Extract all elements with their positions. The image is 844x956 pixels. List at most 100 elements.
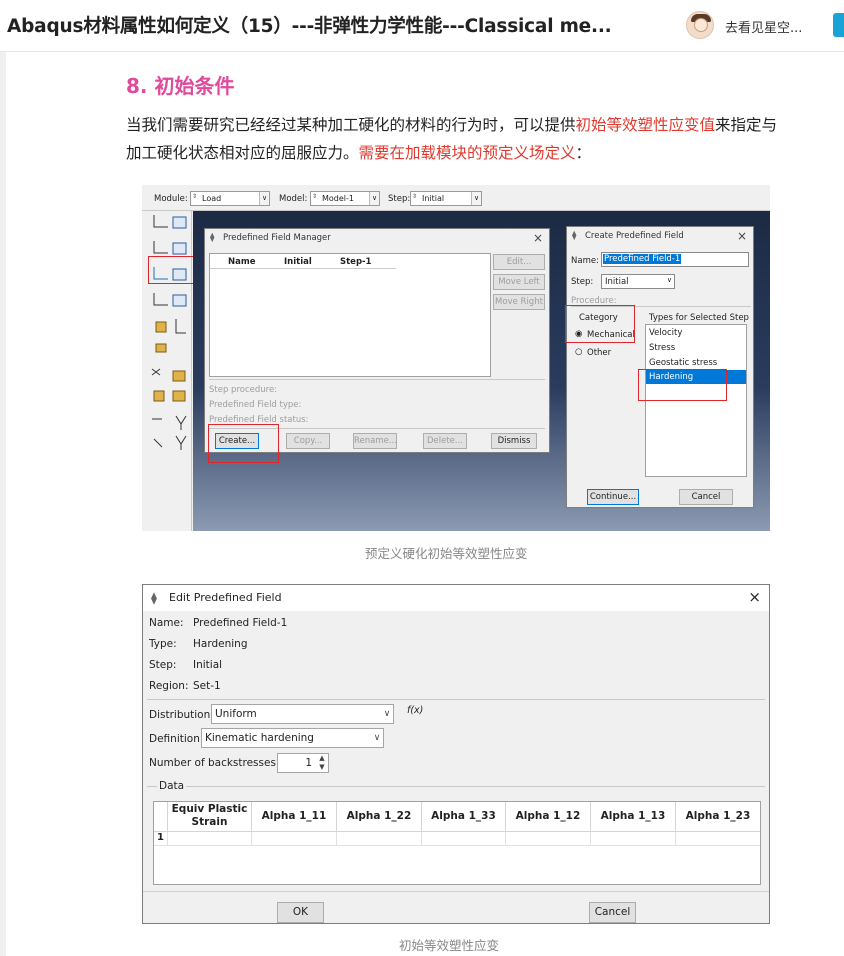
header-divider <box>210 268 396 269</box>
module-value: Load <box>202 194 222 203</box>
fx-icon[interactable]: f(x) <box>407 705 423 716</box>
edit-button[interactable]: Edit... <box>493 254 545 270</box>
step-combo[interactable]: ⇕ Initial ∨ <box>410 191 482 206</box>
para-highlight-2: 需要在加载模块的预定义场定义 <box>358 144 576 162</box>
name-label: Name: <box>571 256 599 266</box>
row-header-corner <box>154 802 168 832</box>
type-stress[interactable]: Stress <box>649 343 675 353</box>
chevron-down-icon: ∨ <box>666 276 672 284</box>
annotation-box-category <box>565 305 635 343</box>
col-initial: Initial <box>284 257 312 267</box>
name-value: Predefined Field-1 <box>193 617 288 629</box>
step-value: Initial <box>422 194 445 203</box>
chevron-down-icon: ∨ <box>369 192 379 205</box>
para-text-3: ： <box>575 144 592 162</box>
cancel-button[interactable]: Cancel <box>679 489 733 505</box>
create-title: Create Predefined Field <box>585 231 684 241</box>
abaqus-screenshot-create-field: Module: ⇕ Load ∨ Model: ⇕ Model-1 ∨ Step… <box>142 185 770 531</box>
field-type-label: Predefined Field type: <box>209 400 302 410</box>
delete-button[interactable]: Delete... <box>423 433 467 449</box>
table-cell[interactable] <box>591 832 676 846</box>
table-cell[interactable] <box>676 832 760 846</box>
table-cell[interactable] <box>422 832 506 846</box>
backstress-spinner[interactable]: 1 ▲ ▼ <box>277 753 329 773</box>
model-combo[interactable]: ⇕ Model-1 ∨ <box>310 191 380 206</box>
move-left-button[interactable]: Move Left <box>493 274 545 290</box>
rename-button[interactable]: Rename... <box>353 433 397 449</box>
step-select[interactable]: Initial ∨ <box>601 274 675 289</box>
distribution-select[interactable]: Uniform ∨ <box>211 704 394 724</box>
model-value: Model-1 <box>322 194 354 203</box>
dialog-footer: OK Cancel <box>143 891 769 923</box>
model-label: Model: <box>279 194 308 204</box>
type-label: Type: <box>149 638 177 650</box>
table-cell[interactable] <box>252 832 337 846</box>
dialog-caption: ⧫ Edit Predefined Field × <box>143 585 769 611</box>
load-manager-icon <box>151 215 187 450</box>
row-number: 1 <box>154 832 168 846</box>
region-label: Region: <box>149 680 189 692</box>
definition-select[interactable]: Kinematic hardening ∨ <box>201 728 384 748</box>
caption-1: 预定义硬化初始等效塑性应变 <box>365 546 528 561</box>
edit-title: Edit Predefined Field <box>169 591 282 604</box>
step-label: Step: <box>571 277 594 287</box>
type-velocity[interactable]: Velocity <box>649 328 682 338</box>
continue-button[interactable]: Continue... <box>587 489 639 505</box>
type-value: Hardening <box>193 638 248 650</box>
step-procedure-label: Step procedure: <box>209 385 278 395</box>
module-label: Module: <box>154 194 188 204</box>
para-text-1: 当我们需要研究已经经过某种加工硬化的材料的行为时，可以提供 <box>126 116 576 134</box>
spinner-arrows-icon[interactable]: ▲ ▼ <box>316 754 328 772</box>
paragraph: 当我们需要研究已经经过某种加工硬化的材料的行为时，可以提供初始等效塑性应变值来指… <box>126 111 786 167</box>
left-margin <box>0 52 6 956</box>
follow-button[interactable] <box>833 13 844 37</box>
distribution-value: Uniform <box>215 708 257 720</box>
separator <box>147 786 765 787</box>
step-label: Step: <box>388 194 411 204</box>
top-bar: Abaqus材料属性如何定义（15）---非弹性力学性能---Classical… <box>0 0 844 52</box>
edit-predefined-field-dialog: ⧫ Edit Predefined Field × Name: Predefin… <box>142 584 770 924</box>
abaqus-logo-icon: ⧫ <box>151 591 157 605</box>
name-value: Predefined Field-1 <box>603 254 682 264</box>
dialog-caption: ⧫ Create Predefined Field × <box>567 227 753 245</box>
context-bar: Module: ⇕ Load ∨ Model: ⇕ Model-1 ∨ Step… <box>142 185 770 211</box>
create-predefined-field-dialog: ⧫ Create Predefined Field × Name: Predef… <box>566 226 754 508</box>
col-alpha-1-13: Alpha 1_13 <box>591 802 676 832</box>
close-icon[interactable]: × <box>533 231 543 245</box>
close-icon[interactable]: × <box>737 229 747 243</box>
dismiss-button[interactable]: Dismiss <box>491 433 537 449</box>
author-name[interactable]: 去看见星空... <box>725 17 802 36</box>
data-group-label: Data <box>157 780 187 792</box>
module-combo[interactable]: ⇕ Load ∨ <box>190 191 270 206</box>
table-cell[interactable] <box>506 832 591 846</box>
copy-button[interactable]: Copy... <box>286 433 330 449</box>
col-alpha-1-12: Alpha 1_12 <box>506 802 591 832</box>
data-table[interactable]: Equiv Plastic Strain Alpha 1_11 Alpha 1_… <box>153 801 761 885</box>
col-alpha-1-22: Alpha 1_22 <box>337 802 422 832</box>
updown-icon: ⇕ <box>192 193 198 200</box>
definition-label: Definition: <box>149 733 204 745</box>
radio-empty-icon[interactable]: ○ <box>575 347 582 357</box>
ok-button[interactable]: OK <box>277 902 324 923</box>
updown-icon: ⇕ <box>312 193 318 200</box>
chevron-down-icon: ∨ <box>471 192 481 205</box>
definition-value: Kinematic hardening <box>205 732 314 744</box>
table-cell[interactable] <box>168 832 252 846</box>
chevron-down-icon: ∨ <box>383 709 391 719</box>
close-icon[interactable]: × <box>748 588 761 606</box>
other-option[interactable]: Other <box>587 348 611 358</box>
name-input[interactable]: Predefined Field-1 <box>601 252 749 267</box>
cancel-button[interactable]: Cancel <box>589 902 636 923</box>
type-geostatic-stress[interactable]: Geostatic stress <box>649 358 717 368</box>
col-equiv-plastic-strain: Equiv Plastic Strain <box>168 802 252 832</box>
move-right-button[interactable]: Move Right <box>493 294 545 310</box>
article-title: Abaqus材料属性如何定义（15）---非弹性力学性能---Classical… <box>7 16 612 37</box>
avatar-face <box>694 18 708 32</box>
manager-table[interactable]: Name Initial Step-1 <box>209 253 491 377</box>
author-avatar[interactable] <box>686 11 714 39</box>
col-alpha-1-11: Alpha 1_11 <box>252 802 337 832</box>
section-heading: 8. 初始条件 <box>126 74 235 98</box>
col-alpha-1-23: Alpha 1_23 <box>676 802 760 832</box>
updown-icon: ⇕ <box>412 193 418 200</box>
table-cell[interactable] <box>337 832 422 846</box>
